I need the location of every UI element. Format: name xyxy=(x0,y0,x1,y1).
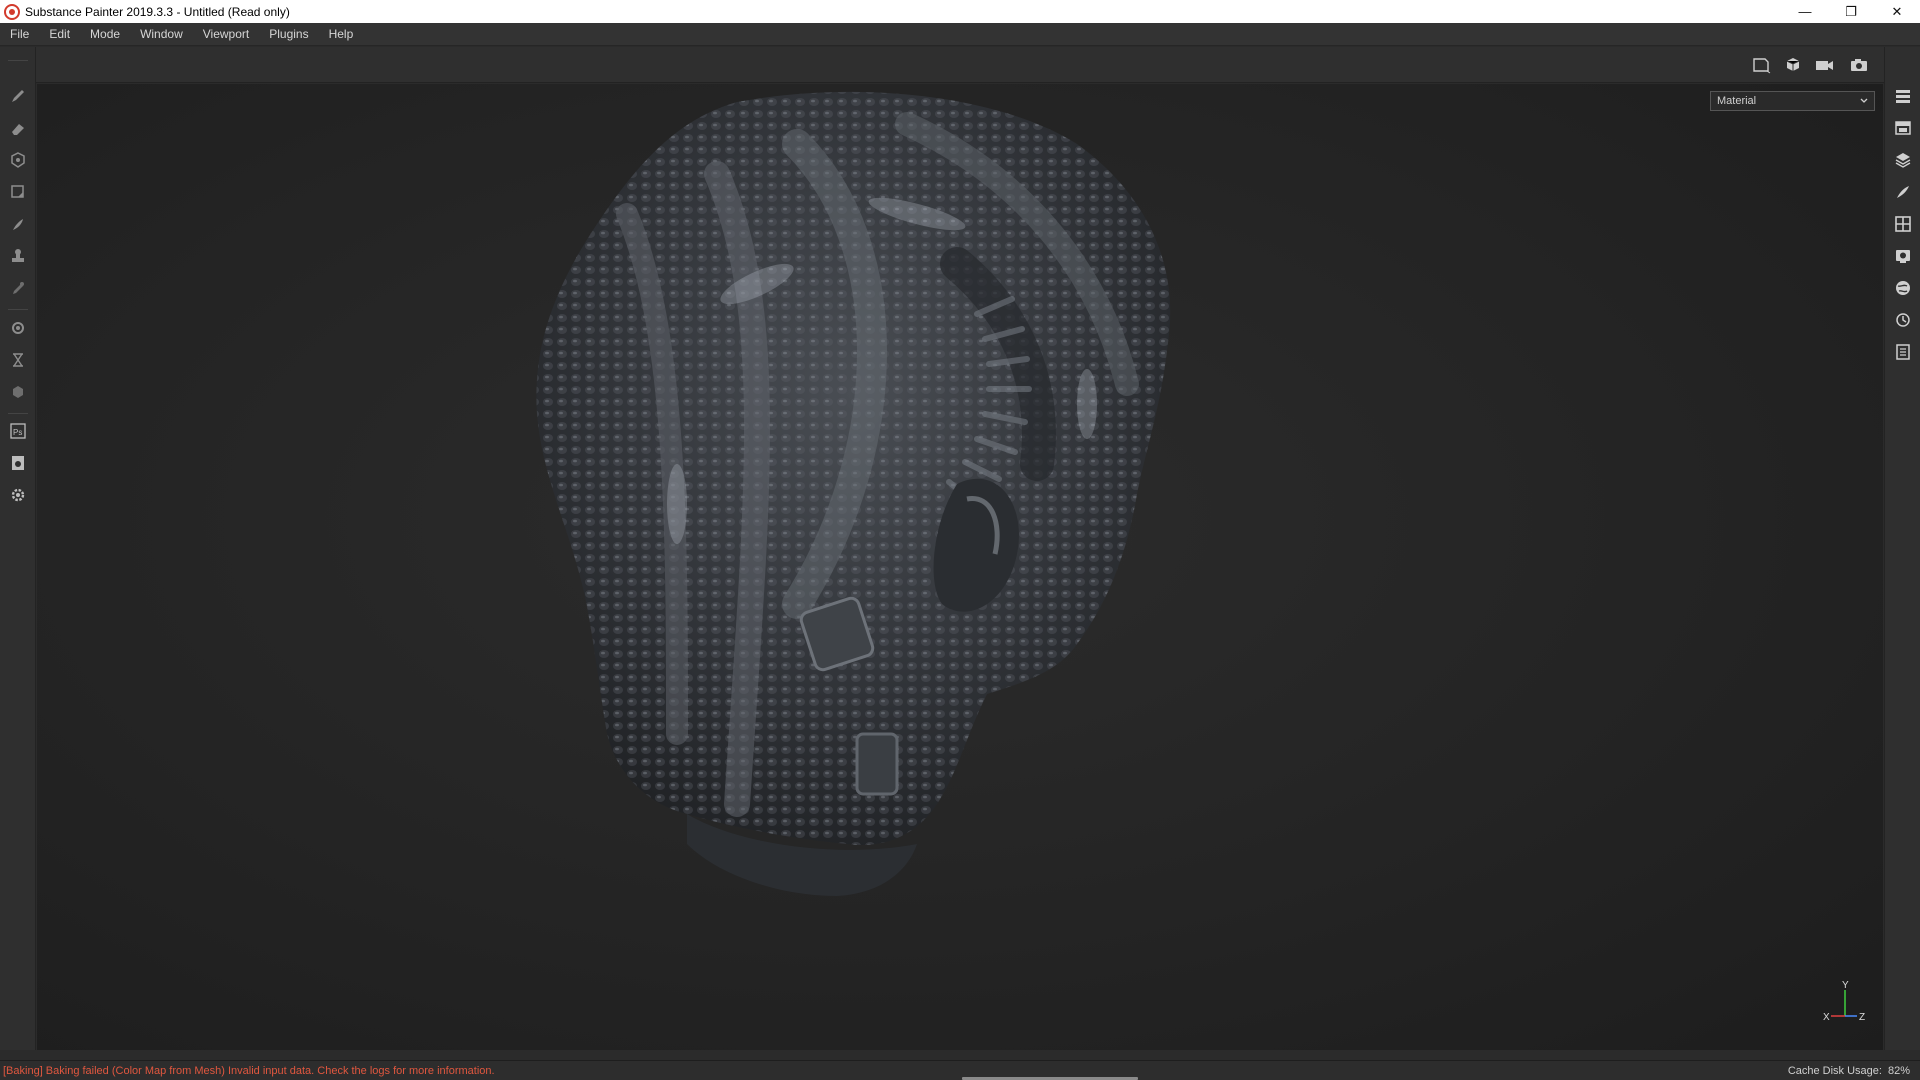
export-icon[interactable] xyxy=(6,452,30,474)
history-icon[interactable] xyxy=(1891,308,1915,332)
photoshop-icon[interactable]: Ps xyxy=(6,420,30,442)
cache-value: 82% xyxy=(1887,1064,1910,1077)
channel-dropdown-value: Material xyxy=(1717,95,1757,107)
texture-set-list-icon[interactable] xyxy=(1891,116,1915,140)
brush-properties-icon[interactable] xyxy=(1891,180,1915,204)
display-settings-icon[interactable] xyxy=(1891,244,1915,268)
menu-edit[interactable]: Edit xyxy=(39,27,80,41)
close-button[interactable]: ✕ xyxy=(1874,0,1920,23)
view-cube-icon[interactable] xyxy=(1782,54,1806,76)
color-picker-icon[interactable] xyxy=(6,277,30,299)
smudge-icon[interactable] xyxy=(6,213,30,235)
right-panel-strip xyxy=(1884,47,1920,1050)
shelf-icon[interactable] xyxy=(1891,276,1915,300)
menu-window[interactable]: Window xyxy=(130,27,193,41)
log-icon[interactable] xyxy=(1891,340,1915,364)
layers-icon[interactable] xyxy=(1891,84,1915,108)
3d-model-head-render[interactable] xyxy=(37,84,1883,1050)
title-bar: Substance Painter 2019.3.3 - Untitled (R… xyxy=(0,0,1920,23)
axis-x-label: X xyxy=(1823,1012,1830,1023)
screenshot-icon[interactable] xyxy=(1847,54,1871,76)
toolbar-separator xyxy=(8,413,28,414)
axis-gizmo: Y X Z xyxy=(1823,978,1873,1024)
camera-icon[interactable] xyxy=(1813,54,1837,76)
channel-dropdown[interactable]: Material xyxy=(1710,91,1875,111)
projection-icon[interactable] xyxy=(6,149,30,171)
cache-disk-usage: Cache Disk Usage: 82% xyxy=(1782,1065,1910,1077)
layer-stack-icon[interactable] xyxy=(1891,148,1915,172)
status-message[interactable]: [Baking] Baking failed (Color Map from M… xyxy=(0,1065,495,1077)
display-mode-icon[interactable] xyxy=(1750,54,1774,76)
left-tool-strip: Ps xyxy=(0,47,36,1050)
bake-settings-icon[interactable] xyxy=(6,317,30,339)
3d-viewport[interactable]: Material Y X Z xyxy=(37,84,1883,1050)
menu-help[interactable]: Help xyxy=(319,27,364,41)
uv-grid-icon[interactable] xyxy=(1891,212,1915,236)
axis-y-label: Y xyxy=(1842,980,1849,991)
menu-file[interactable]: File xyxy=(0,27,39,41)
eraser-icon[interactable] xyxy=(6,117,30,139)
restore-button[interactable]: ❐ xyxy=(1828,0,1874,23)
menu-mode[interactable]: Mode xyxy=(80,27,130,41)
menu-plugins[interactable]: Plugins xyxy=(259,27,318,41)
minimize-button[interactable]: — xyxy=(1782,0,1828,23)
viewport-toolbar xyxy=(36,47,1884,83)
toolbar-separator xyxy=(8,309,28,310)
toolbar-separator xyxy=(8,60,28,61)
svg-text:Ps: Ps xyxy=(13,428,22,437)
material-icon[interactable] xyxy=(6,381,30,403)
status-bar: [Baking] Baking failed (Color Map from M… xyxy=(0,1060,1920,1080)
polygon-fill-icon[interactable] xyxy=(6,181,30,203)
settings-icon[interactable] xyxy=(6,484,30,506)
axis-z-label: Z xyxy=(1859,1012,1865,1023)
menu-bar: File Edit Mode Window Viewport Plugins H… xyxy=(0,23,1920,46)
menu-viewport[interactable]: Viewport xyxy=(193,27,259,41)
window-title: Substance Painter 2019.3.3 - Untitled (R… xyxy=(25,4,290,19)
substance-painter-logo-icon xyxy=(4,3,20,20)
clone-stamp-icon[interactable] xyxy=(6,245,30,267)
window-controls: — ❐ ✕ xyxy=(1782,0,1920,23)
paint-brush-icon[interactable] xyxy=(6,85,30,107)
cache-label: Cache Disk Usage: xyxy=(1787,1064,1882,1077)
chevron-down-icon xyxy=(1858,94,1870,108)
hourglass-icon[interactable] xyxy=(6,349,30,371)
